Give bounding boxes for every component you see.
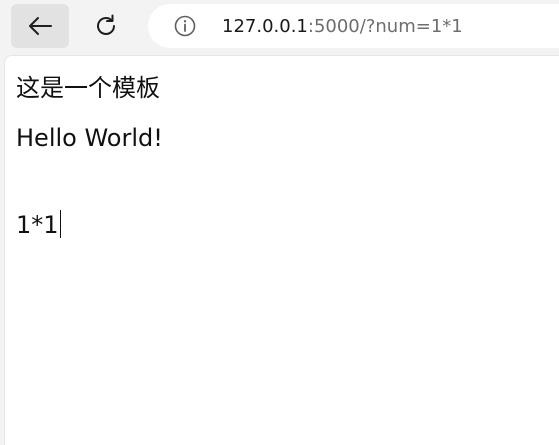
hello-world-text: Hello World! (16, 124, 163, 152)
reload-button[interactable] (77, 4, 135, 48)
page-viewport: 这是一个模板 Hello World! 1*1 (4, 55, 559, 445)
info-icon[interactable] (174, 15, 196, 37)
url-path: :5000/?num=1*1 (307, 16, 463, 37)
template-heading-text: 这是一个模板 (16, 74, 160, 102)
result-line: 1*1 (16, 210, 62, 239)
reload-icon (97, 14, 115, 35)
url-text[interactable]: 127.0.0.1:5000/?num=1*1 (222, 17, 463, 37)
address-bar[interactable]: 127.0.0.1:5000/?num=1*1 (148, 4, 559, 48)
back-arrow-icon (29, 17, 52, 35)
result-text: 1*1 (16, 211, 59, 239)
browser-toolbar: 127.0.0.1:5000/?num=1*1 (0, 0, 559, 54)
browser-window: 127.0.0.1:5000/?num=1*1 这是一个模板 Hello Wor… (0, 0, 559, 445)
back-button[interactable] (11, 4, 69, 48)
text-cursor (59, 210, 62, 238)
url-host: 127.0.0.1 (222, 16, 308, 37)
